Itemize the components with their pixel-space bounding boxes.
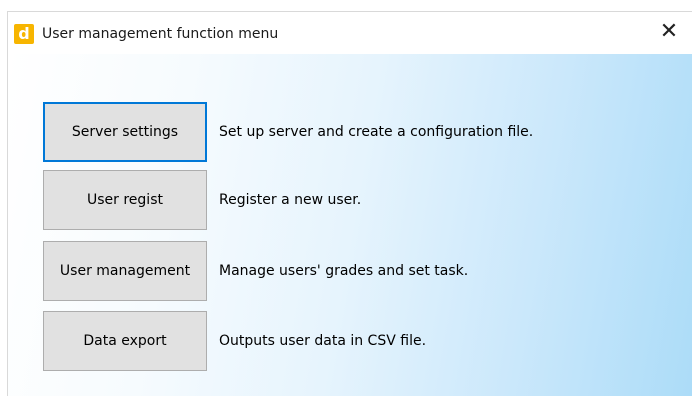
server-settings-button[interactable]: Server settings xyxy=(43,102,207,162)
data-export-button[interactable]: Data export xyxy=(43,311,207,371)
user-regist-description: Register a new user. xyxy=(219,192,362,208)
dialog-window: d User management function menu ✕ Server… xyxy=(7,11,692,396)
user-regist-button[interactable]: User regist xyxy=(43,170,207,230)
user-management-description: Manage users' grades and set task. xyxy=(219,263,469,279)
close-icon[interactable]: ✕ xyxy=(646,12,692,54)
data-export-description: Outputs user data in CSV file. xyxy=(219,333,427,349)
menu-panel: Server settings Set up server and create… xyxy=(8,54,692,396)
user-management-button[interactable]: User management xyxy=(43,241,207,301)
title-bar[interactable]: d User management function menu ✕ xyxy=(8,12,692,54)
window-title: User management function menu xyxy=(42,26,279,42)
server-settings-description: Set up server and create a configuration… xyxy=(219,124,534,140)
app-icon: d xyxy=(14,24,34,44)
